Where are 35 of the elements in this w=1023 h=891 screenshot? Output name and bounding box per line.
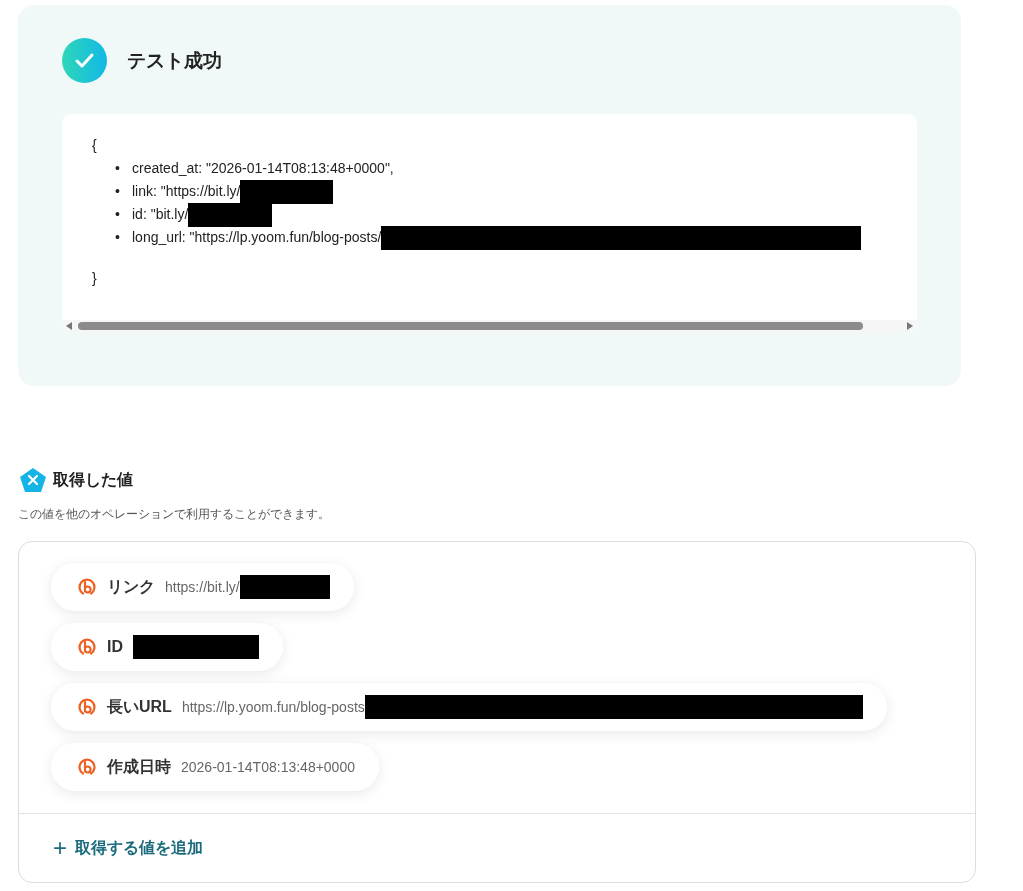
value-chip[interactable]: 長いURL https://lp.yoom.fun/blog-posts [51, 683, 887, 731]
bullet: • [115, 205, 121, 224]
scroll-left-icon[interactable] [66, 322, 72, 330]
section-description: この値を他のオペレーションで利用することができます。 [18, 506, 331, 523]
bullet: • [115, 228, 121, 247]
bullet: • [115, 182, 121, 201]
code-line: long_url: "https://lp.yoom.fun/blog-posts/ [132, 228, 382, 247]
value-text: 2026-01-14T08:13:48+0000 [181, 759, 355, 775]
value-label: ID [107, 638, 123, 656]
code-line: created_at: "2026-01-14T08:13:48+0000", [132, 159, 394, 178]
variable-icon [20, 468, 46, 492]
value-chip[interactable]: ID [51, 623, 283, 671]
value-label: 長いURL [107, 696, 172, 717]
bitly-icon [77, 577, 97, 597]
scroll-right-icon[interactable] [907, 322, 913, 330]
bitly-icon [77, 637, 97, 657]
value-label: 作成日時 [107, 756, 171, 777]
value-text: https://lp.yoom.fun/blog-posts [181, 699, 365, 715]
bullet: • [115, 159, 121, 178]
value-chip[interactable]: 作成日時 2026-01-14T08:13:48+0000 [51, 743, 379, 791]
section-title: 取得した値 [53, 469, 133, 490]
success-check-icon [62, 38, 107, 83]
code-line: id: "bit.ly/ [132, 205, 189, 224]
bitly-icon [77, 757, 97, 777]
code-text: } [92, 269, 98, 288]
scrollbar-thumb[interactable] [78, 322, 863, 330]
test-result-title: テスト成功 [127, 48, 222, 73]
add-value-button[interactable]: + 取得する値を追加 [53, 836, 203, 860]
bitly-icon [77, 697, 97, 717]
value-chip[interactable]: リンク https://bit.ly/ [51, 563, 354, 611]
code-line: link: "https://bit.ly/ [132, 182, 241, 201]
code-text: { [92, 136, 98, 155]
horizontal-scrollbar[interactable] [62, 320, 917, 332]
value-text: https://bit.ly/ [165, 579, 240, 595]
value-label: リンク [107, 576, 155, 597]
